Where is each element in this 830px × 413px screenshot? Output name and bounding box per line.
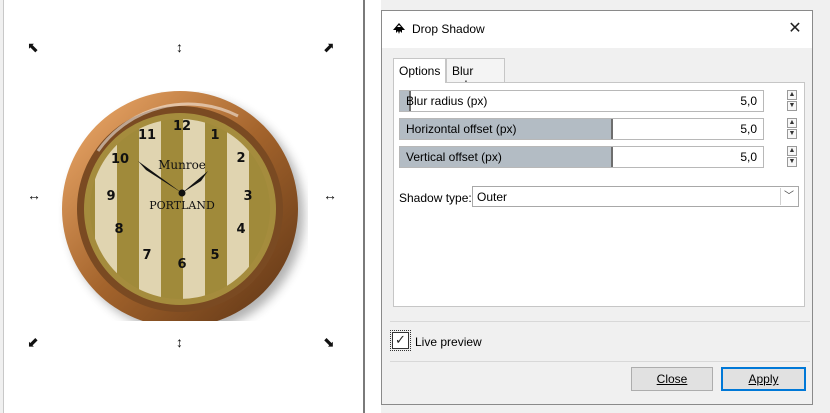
inkscape-logo-icon [393, 23, 405, 34]
svg-text:5: 5 [210, 248, 219, 263]
canvas-area[interactable]: 12 1 2 3 4 5 6 7 8 9 10 11 Munroe PORTLA… [0, 0, 365, 413]
dialog-title: Drop Shadow [412, 22, 485, 36]
tab-options[interactable]: Options [393, 58, 446, 83]
clock-drawing[interactable]: 12 1 2 3 4 5 6 7 8 9 10 11 Munroe PORTLA… [58, 91, 308, 321]
shadow-type-select[interactable]: Outer ﹀ [472, 186, 799, 207]
svg-text:9: 9 [106, 189, 115, 204]
canvas-gap [365, 0, 381, 413]
horizontal-offset-spinner: ▲ ▼ [787, 118, 799, 140]
svg-text:10: 10 [111, 152, 129, 167]
spin-down-icon[interactable]: ▼ [787, 129, 797, 139]
svg-text:3: 3 [243, 189, 252, 204]
live-preview-label: Live preview [415, 335, 482, 349]
shadow-type-value: Outer [477, 190, 508, 204]
blur-radius-row: Blur radius (px) 5,0 ▲ ▼ [399, 90, 799, 112]
svg-text:8: 8 [114, 222, 123, 237]
vertical-offset-label: Vertical offset (px) [406, 150, 502, 164]
spin-up-icon[interactable]: ▲ [787, 146, 797, 156]
blur-radius-value[interactable]: 5,0 [740, 94, 757, 108]
tab-blur-color[interactable]: Blur color [446, 58, 505, 92]
options-panel: Blur radius (px) 5,0 ▲ ▼ Horizontal offs… [393, 82, 805, 307]
resize-handle-nw-icon[interactable]: ⬉ [27, 40, 39, 54]
horizontal-offset-label: Horizontal offset (px) [406, 122, 517, 136]
vertical-offset-row: Vertical offset (px) 5,0 ▲ ▼ [399, 146, 799, 168]
spin-up-icon[interactable]: ▲ [787, 90, 797, 100]
shadow-type-label: Shadow type: [399, 191, 472, 205]
canvas-ruler-strip [0, 0, 4, 413]
live-preview-checkbox[interactable]: ✓ [390, 330, 411, 351]
resize-handle-left-icon[interactable]: ↔ [27, 188, 41, 202]
blur-radius-spinner: ▲ ▼ [787, 90, 799, 112]
spin-up-icon[interactable]: ▲ [787, 118, 797, 128]
clock-brand-line2: PORTLAND [149, 199, 215, 212]
resize-handle-bottom-icon[interactable]: ↕ [176, 335, 183, 349]
svg-text:1: 1 [210, 128, 219, 143]
drop-shadow-dialog: Drop Shadow ✕ Options Blur color Blur ra… [381, 10, 813, 405]
svg-text:6: 6 [177, 257, 186, 272]
spin-down-icon[interactable]: ▼ [787, 101, 797, 111]
resize-handle-right-icon[interactable]: ↔ [323, 188, 337, 202]
blur-radius-slider[interactable]: Blur radius (px) 5,0 [399, 90, 764, 112]
vertical-offset-slider[interactable]: Vertical offset (px) 5,0 [399, 146, 764, 168]
apply-button[interactable]: Apply [721, 367, 806, 391]
divider [390, 321, 810, 322]
spin-down-icon[interactable]: ▼ [787, 157, 797, 167]
horizontal-offset-row: Horizontal offset (px) 5,0 ▲ ▼ [399, 118, 799, 140]
horizontal-offset-value[interactable]: 5,0 [740, 122, 757, 136]
resize-handle-top-icon[interactable]: ↕ [176, 40, 183, 54]
chevron-down-icon[interactable]: ﹀ [780, 188, 797, 205]
dialog-titlebar[interactable]: Drop Shadow ✕ [382, 11, 812, 48]
resize-handle-sw-icon[interactable]: ⬋ [27, 335, 39, 349]
svg-text:4: 4 [236, 222, 245, 237]
divider [390, 361, 810, 362]
blur-radius-label: Blur radius (px) [406, 94, 488, 108]
apply-button-label: Apply [748, 372, 779, 386]
clock-brand-line1: Munroe [158, 158, 206, 172]
svg-text:2: 2 [236, 151, 245, 166]
svg-text:11: 11 [138, 128, 156, 143]
checkmark-icon: ✓ [395, 332, 406, 347]
close-icon[interactable]: ✕ [786, 20, 804, 38]
svg-text:12: 12 [173, 119, 191, 134]
close-button-label: Close [656, 372, 688, 386]
resize-handle-se-icon[interactable]: ⬊ [323, 335, 335, 349]
horizontal-offset-slider[interactable]: Horizontal offset (px) 5,0 [399, 118, 764, 140]
svg-text:7: 7 [142, 248, 151, 263]
close-button[interactable]: Close [631, 367, 713, 391]
vertical-offset-value[interactable]: 5,0 [740, 150, 757, 164]
resize-handle-ne-icon[interactable]: ⬈ [323, 40, 335, 54]
vertical-offset-spinner: ▲ ▼ [787, 146, 799, 168]
